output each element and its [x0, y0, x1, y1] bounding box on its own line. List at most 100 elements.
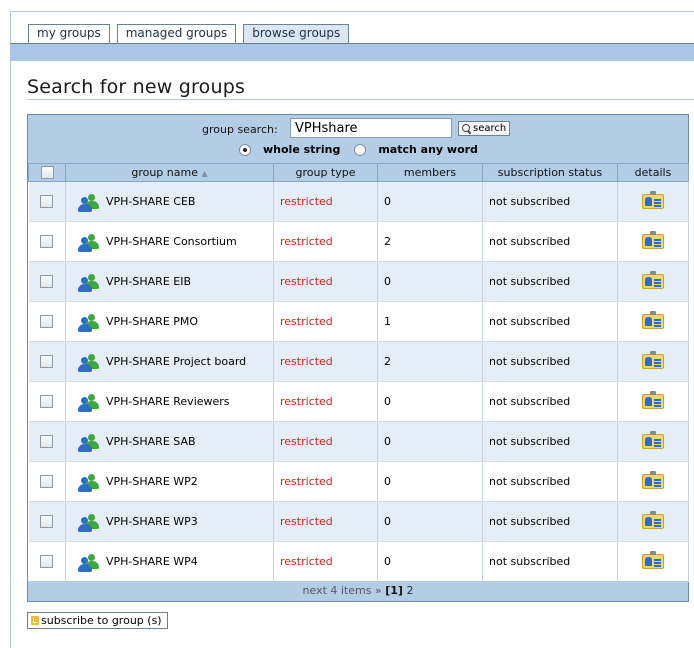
subscription-status-cell: not subscribed: [482, 501, 618, 542]
table-header-row: group name ▲ group type members subscrip…: [28, 163, 689, 182]
details-card-icon[interactable]: [641, 311, 665, 329]
group-type: restricted: [280, 395, 333, 408]
group-name-cell: VPH-SHARE WP4: [65, 541, 274, 582]
search-label: group search:: [202, 123, 278, 136]
column-header-details: details: [617, 163, 689, 182]
tab-my-groups[interactable]: my groups: [28, 24, 110, 43]
group-type: restricted: [280, 315, 333, 328]
group-name[interactable]: VPH-SHARE WP2: [106, 475, 198, 488]
row-checkbox[interactable]: [40, 475, 54, 489]
select-all-checkbox[interactable]: [40, 166, 54, 180]
row-checkbox[interactable]: [40, 515, 54, 529]
group-name-cell: VPH-SHARE WP3: [65, 501, 274, 542]
row-checkbox[interactable]: [40, 435, 54, 449]
row-checkbox[interactable]: [40, 195, 54, 209]
tab-strip: my groups managed groups browse groups: [28, 24, 350, 43]
row-select-cell: [28, 461, 66, 502]
page-left-border: [10, 11, 11, 648]
subscription-status-cell: not subscribed: [482, 181, 618, 222]
group-name[interactable]: VPH-SHARE PMO: [106, 315, 198, 328]
subscribe-button[interactable]: subscribe to group (s): [27, 612, 168, 629]
search-button[interactable]: search: [458, 121, 511, 136]
details-card-icon[interactable]: [641, 191, 665, 209]
group-name[interactable]: VPH-SHARE Project board: [106, 355, 246, 368]
details-cell: [617, 541, 689, 582]
table-row: VPH-SHARE WP4 restricted 0 not subscribed: [28, 541, 689, 582]
column-header-subscription-status[interactable]: subscription status: [482, 163, 618, 182]
subscription-status-cell: not subscribed: [482, 461, 618, 502]
radio-match-any-word-label: match any word: [378, 143, 478, 156]
members-cell: 0: [377, 461, 483, 502]
top-rule: [10, 11, 694, 12]
page-title: Search for new groups: [27, 76, 246, 98]
table-row: VPH-SHARE SAB restricted 0 not subscribed: [28, 421, 689, 462]
row-checkbox[interactable]: [40, 275, 54, 289]
title-rule: [27, 99, 694, 100]
users-group-icon: [78, 273, 100, 292]
members-cell: 0: [377, 421, 483, 462]
users-group-icon: [78, 393, 100, 412]
row-select-cell: [28, 181, 66, 222]
details-cell: [617, 501, 689, 542]
details-cell: [617, 341, 689, 382]
group-type-cell: restricted: [273, 541, 378, 582]
column-header-members[interactable]: members: [377, 163, 483, 182]
details-card-icon[interactable]: [641, 511, 665, 529]
select-all-header: [28, 163, 66, 182]
details-card-icon[interactable]: [641, 391, 665, 409]
group-name[interactable]: VPH-SHARE EIB: [106, 275, 191, 288]
row-checkbox[interactable]: [40, 555, 54, 569]
row-select-cell: [28, 341, 66, 382]
details-card-icon[interactable]: [641, 431, 665, 449]
group-name[interactable]: VPH-SHARE WP4: [106, 555, 198, 568]
row-checkbox[interactable]: [40, 395, 54, 409]
users-group-icon: [78, 553, 100, 572]
radio-whole-string[interactable]: [239, 143, 251, 156]
column-header-group-type[interactable]: group type: [273, 163, 378, 182]
table-row: VPH-SHARE Consortium restricted 2 not subsc…: [28, 221, 689, 262]
group-name[interactable]: VPH-SHARE Consortium: [106, 235, 237, 248]
current-page: [1]: [385, 584, 403, 597]
row-checkbox[interactable]: [40, 355, 54, 369]
members-cell: 0: [377, 501, 483, 542]
search-icon: [461, 123, 472, 134]
group-name-cell: VPH-SHARE SAB: [65, 421, 274, 462]
tab-managed-groups[interactable]: managed groups: [116, 24, 237, 43]
group-type-cell: restricted: [273, 221, 378, 262]
group-name-cell: VPH-SHARE WP2: [65, 461, 274, 502]
users-group-icon: [78, 313, 100, 332]
members-cell: 0: [377, 181, 483, 222]
row-checkbox[interactable]: [40, 235, 54, 249]
group-name[interactable]: VPH-SHARE SAB: [106, 435, 196, 448]
search-input[interactable]: [290, 118, 452, 138]
tab-browse-groups[interactable]: browse groups: [243, 24, 350, 43]
group-type: restricted: [280, 195, 333, 208]
details-card-icon[interactable]: [641, 471, 665, 489]
page-2-link[interactable]: 2: [406, 584, 413, 597]
radio-match-any-word[interactable]: [354, 143, 367, 156]
next-items-link[interactable]: next 4 items »: [303, 584, 382, 597]
column-header-group-name[interactable]: group name ▲: [65, 163, 274, 182]
table-row: VPH-SHARE EIB restricted 0 not subscribed: [28, 261, 689, 302]
group-type: restricted: [280, 235, 333, 248]
details-card-icon[interactable]: [641, 351, 665, 369]
details-card-icon[interactable]: [641, 271, 665, 289]
group-name[interactable]: VPH-SHARE WP3: [106, 515, 198, 528]
group-type-cell: restricted: [273, 301, 378, 342]
details-cell: [617, 421, 689, 462]
details-card-icon[interactable]: [641, 551, 665, 569]
subscribe-button-label: subscribe to group (s): [41, 614, 162, 627]
group-name-cell: VPH-SHARE EIB: [65, 261, 274, 302]
row-checkbox[interactable]: [40, 315, 54, 329]
table-row: VPH-SHARE Reviewers restricted 0 not subscr…: [28, 381, 689, 422]
users-group-icon: [78, 193, 100, 212]
details-card-icon[interactable]: [641, 231, 665, 249]
subscription-status-cell: not subscribed: [482, 221, 618, 262]
group-name[interactable]: VPH-SHARE Reviewers: [106, 395, 230, 408]
group-name-cell: VPH-SHARE Project board: [65, 341, 274, 382]
group-type: restricted: [280, 475, 333, 488]
row-select-cell: [28, 301, 66, 342]
group-name[interactable]: VPH-SHARE CEB: [106, 195, 195, 208]
subscription-status-cell: not subscribed: [482, 341, 618, 382]
subscription-status-cell: not subscribed: [482, 261, 618, 302]
